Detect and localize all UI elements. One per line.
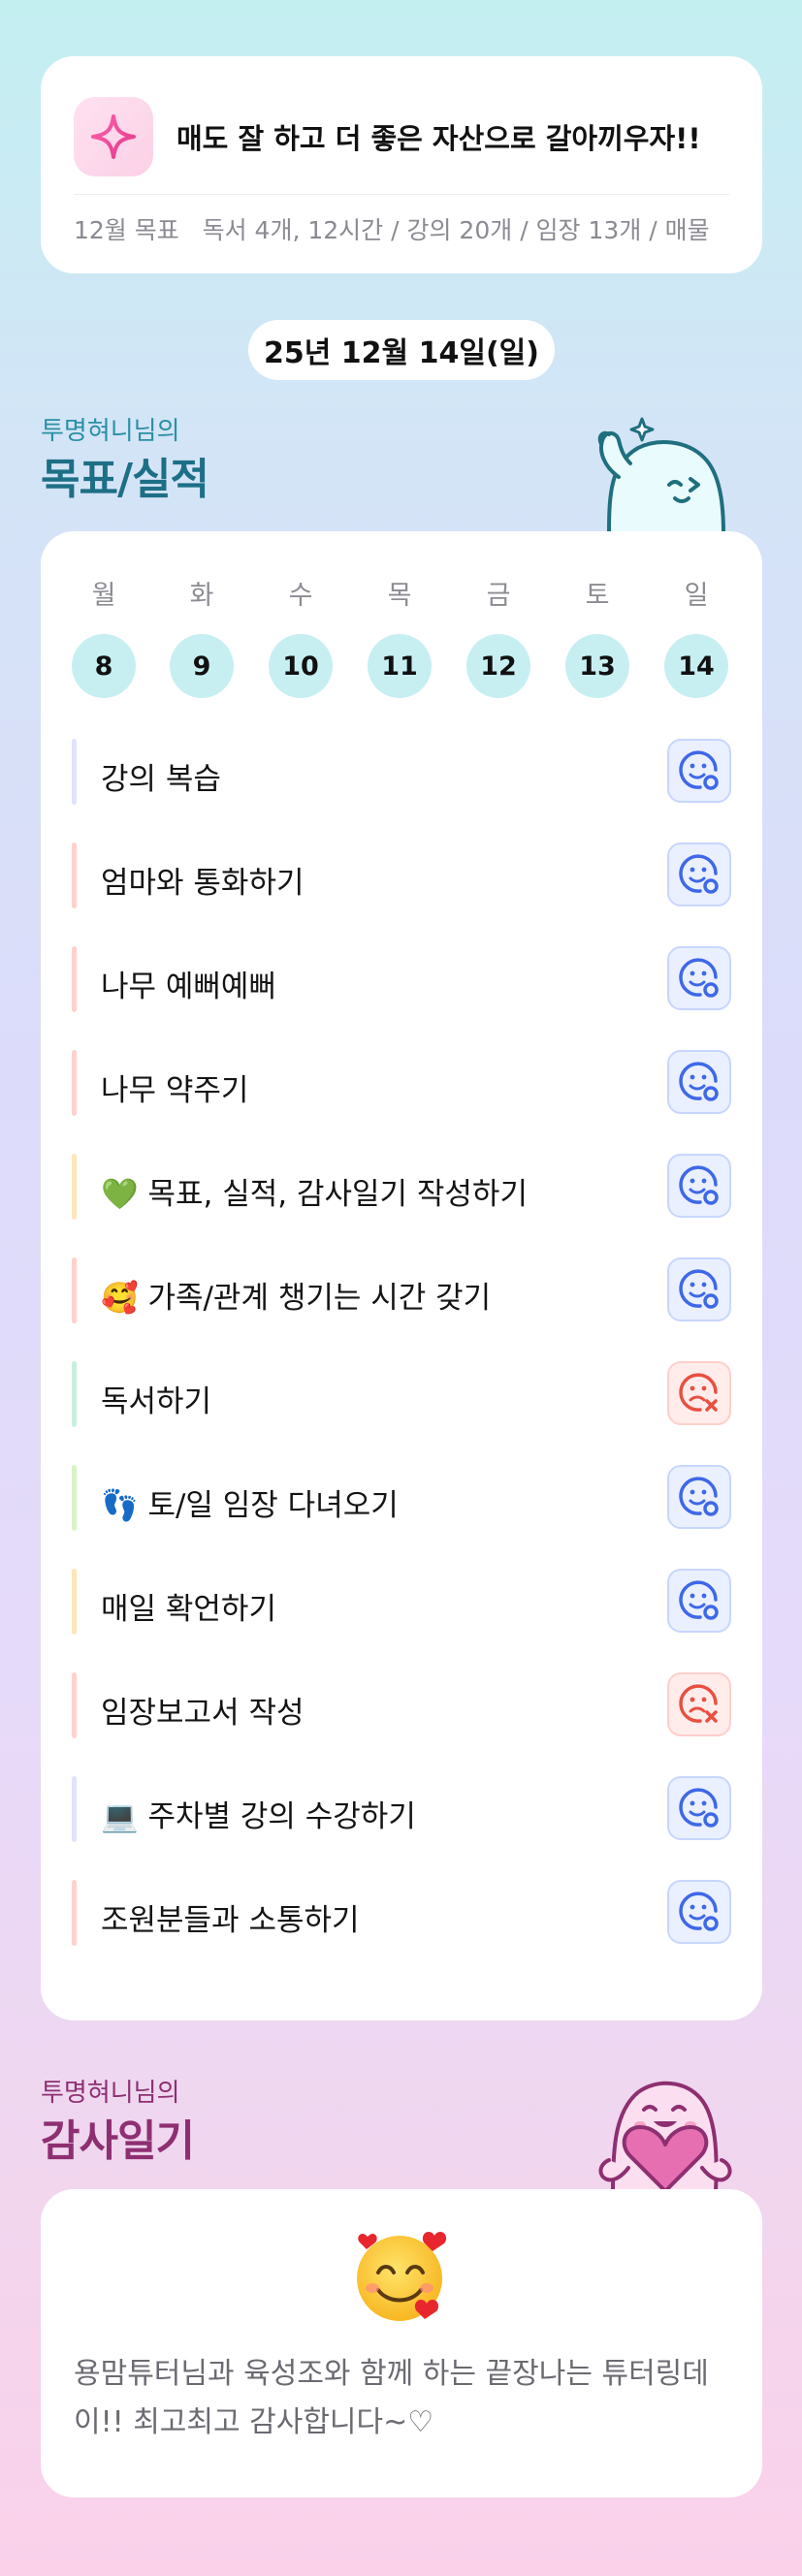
task-label: 🥰 가족/관계 챙기는 시간 갖기 (101, 1281, 492, 1316)
status-done-icon[interactable] (667, 1257, 731, 1321)
weekday-label: 금 (486, 581, 511, 611)
weekday-label: 토 (585, 581, 610, 611)
ghost-mascot-thumbsup (580, 405, 735, 537)
task-row[interactable]: 조원분들과 소통하기 (72, 1880, 731, 1946)
status-missed-icon[interactable] (667, 1672, 731, 1736)
task-color-bar (72, 1050, 77, 1116)
section-owner: 투명혀니님의 (41, 417, 180, 446)
task-label: 강의 복습 (101, 762, 221, 797)
task-row[interactable]: 나무 약주기 (72, 1050, 731, 1116)
weekday-label: 수 (288, 581, 313, 611)
weekday-label: 화 (189, 581, 214, 611)
task-label: 👣 토/일 임장 다녀오기 (101, 1488, 399, 1523)
task-row[interactable]: 👣 토/일 임장 다녀오기 (72, 1465, 731, 1531)
task-color-bar (72, 1257, 77, 1323)
weekday-label: 월 (91, 581, 116, 611)
task-label: 독서하기 (101, 1384, 212, 1419)
day-14-button[interactable]: 14 (664, 634, 728, 698)
task-row[interactable]: 💚 목표, 실적, 감사일기 작성하기 (72, 1154, 731, 1220)
goal-headline: 매도 잘 하고 더 좋은 자산으로 갈아끼우자!! (176, 122, 701, 155)
status-done-icon[interactable] (667, 1776, 731, 1840)
task-row[interactable]: 나무 예뻐예뻐 (72, 946, 731, 1012)
task-color-bar (72, 1776, 77, 1842)
status-done-icon[interactable] (667, 1465, 731, 1529)
day-10-button[interactable]: 10 (269, 634, 333, 698)
status-done-icon[interactable] (667, 946, 731, 1010)
day-9-button[interactable]: 9 (170, 634, 234, 698)
task-color-bar (72, 1361, 77, 1427)
day-13-button[interactable]: 13 (565, 634, 629, 698)
task-label: 엄마와 통화하기 (101, 866, 305, 901)
goal-detail: 독서 4개, 12시간 / 강의 20개 / 임장 13개 / 매물 (202, 216, 710, 244)
smiling-face-with-hearts-icon (349, 2222, 454, 2331)
weekday-label: 목 (387, 581, 412, 611)
status-done-icon[interactable] (667, 1154, 731, 1218)
task-label: 나무 예뻐예뻐 (101, 970, 276, 1004)
day-8-button[interactable]: 8 (72, 634, 136, 698)
task-label: 매일 확언하기 (101, 1592, 276, 1627)
divider (74, 194, 729, 195)
weekday-label: 일 (684, 581, 709, 611)
status-done-icon[interactable] (667, 1050, 731, 1114)
goal-label: 12월 목표 (74, 216, 179, 244)
task-color-bar (72, 946, 77, 1012)
day-11-button[interactable]: 11 (368, 634, 432, 698)
task-row[interactable]: 🥰 가족/관계 챙기는 시간 갖기 (72, 1257, 731, 1323)
task-label: 💚 목표, 실적, 감사일기 작성하기 (101, 1177, 528, 1212)
task-label: 💻 주차별 강의 수강하기 (101, 1799, 416, 1834)
day-12-button[interactable]: 12 (466, 634, 530, 698)
status-missed-icon[interactable] (667, 1361, 731, 1425)
gratitude-title: 감사일기 (41, 2116, 195, 2166)
section-title: 목표/실적 (41, 455, 209, 504)
goal-summary: 12월 목표 독서 4개, 12시간 / 강의 20개 / 임장 13개 / 매… (74, 211, 710, 246)
goal-card: 매도 잘 하고 더 좋은 자산으로 갈아끼우자!! 12월 목표 독서 4개, … (41, 56, 762, 273)
date-pill[interactable]: 25년 12월 14일(일) (248, 320, 555, 380)
task-color-bar (72, 1672, 77, 1738)
status-done-icon[interactable] (667, 843, 731, 906)
performance-card: 월 화 수 목 금 토 일 8 9 10 11 12 13 14 강의 복습엄마와 통화하기나무 예뻐예… (41, 531, 762, 2020)
sparkle-icon (74, 97, 153, 176)
task-row[interactable]: 매일 확언하기 (72, 1569, 731, 1635)
task-row[interactable]: 💻 주차별 강의 수강하기 (72, 1776, 731, 1842)
status-done-icon[interactable] (667, 1569, 731, 1633)
gratitude-owner: 투명혀니님의 (41, 2079, 180, 2108)
task-label: 임장보고서 작성 (101, 1696, 305, 1731)
task-row[interactable]: 강의 복습 (72, 739, 731, 805)
mascot-hugging-heart (580, 2071, 735, 2195)
task-color-bar (72, 1154, 77, 1220)
status-done-icon[interactable] (667, 1880, 731, 1944)
task-color-bar (72, 739, 77, 805)
task-row[interactable]: 엄마와 통화하기 (72, 843, 731, 908)
task-color-bar (72, 1880, 77, 1946)
task-label: 나무 약주기 (101, 1073, 249, 1108)
status-done-icon[interactable] (667, 739, 731, 803)
gratitude-text: 용맘튜터님과 육성조와 함께 하는 끝장나는 튜터링데이!! 최고최고 감사합니… (74, 2357, 709, 2439)
task-color-bar (72, 1569, 77, 1635)
task-color-bar (72, 1465, 77, 1531)
task-row[interactable]: 독서하기 (72, 1361, 731, 1427)
task-label: 조원분들과 소통하기 (101, 1903, 360, 1938)
task-row[interactable]: 임장보고서 작성 (72, 1672, 731, 1738)
gratitude-card: 용맘튜터님과 육성조와 함께 하는 끝장나는 튜터링데이!! 최고최고 감사합니… (41, 2189, 762, 2497)
task-color-bar (72, 843, 77, 908)
